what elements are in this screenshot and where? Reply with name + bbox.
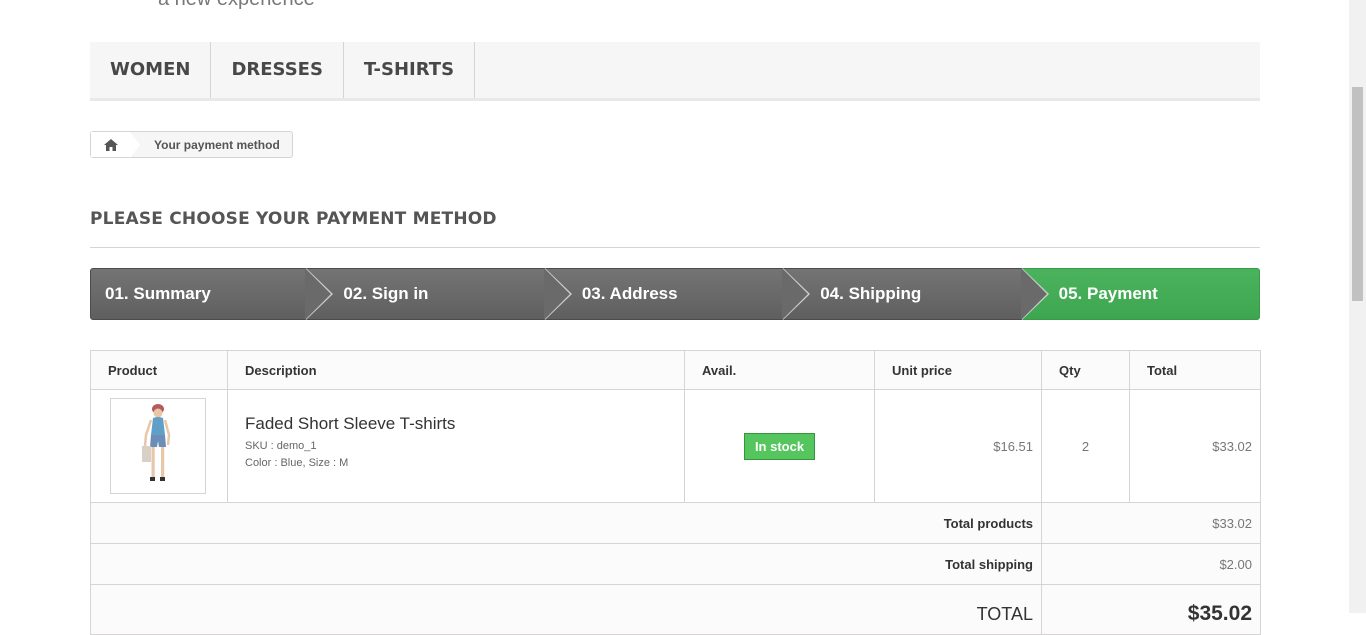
header-tagline: a new experience (158, 0, 315, 11)
cart-summary-table: Product Description Avail. Unit price Qt… (90, 350, 1261, 635)
availability-cell: In stock (684, 389, 875, 503)
scrollbar-thumb[interactable] (1352, 87, 1363, 301)
product-sku: SKU : demo_1 (245, 440, 317, 452)
column-header-total: Total (1129, 350, 1261, 390)
table-row: Faded Short Sleeve T-shirts SKU : demo_1… (90, 389, 1261, 503)
product-thumbnail[interactable] (110, 398, 206, 494)
checkout-steps: 01. Summary 02. Sign in 03. Address 04. … (90, 268, 1261, 320)
total-shipping-label: Total shipping (90, 543, 1042, 585)
step-address[interactable]: 03. Address (544, 268, 811, 320)
grand-total-row: TOTAL $35.02 (90, 584, 1261, 635)
product-description-cell: Faded Short Sleeve T-shirts SKU : demo_1… (227, 389, 685, 503)
total-shipping-row: Total shipping $2.00 (90, 543, 1261, 585)
line-total-cell: $33.02 (1129, 389, 1261, 503)
product-attributes: Color : Blue, Size : M (245, 457, 349, 469)
breadcrumb-home-link[interactable] (91, 132, 130, 157)
step-sign-in[interactable]: 02. Sign in (306, 268, 572, 320)
page-title: PLEASE CHOOSE YOUR PAYMENT METHOD (90, 209, 1260, 249)
total-products-label: Total products (90, 502, 1042, 544)
breadcrumb-current: Your payment method (154, 137, 280, 152)
step-arrow (305, 268, 332, 320)
breadcrumb: Your payment method (90, 131, 293, 158)
menu-item-dresses[interactable]: DRESSES (211, 42, 344, 98)
column-header-availability: Avail. (684, 350, 875, 390)
quantity-cell: 2 (1041, 389, 1130, 503)
step-label: 05. Payment (1058, 284, 1158, 303)
total-products-value: $33.02 (1041, 502, 1261, 544)
column-header-unit-price: Unit price (874, 350, 1042, 390)
product-image (142, 404, 171, 481)
menu-item-women[interactable]: WOMEN (90, 42, 212, 98)
menu-item-tshirts[interactable]: T-SHIRTS (344, 42, 476, 98)
column-header-description: Description (227, 350, 685, 390)
step-label: 01. Summary (105, 284, 211, 303)
step-arrow (543, 268, 570, 320)
page-scrollbar[interactable] (1349, 0, 1366, 613)
step-summary[interactable]: 01. Summary (90, 268, 334, 320)
column-header-qty: Qty (1041, 350, 1130, 390)
product-image-cell (90, 389, 228, 503)
step-label: 02. Sign in (343, 284, 429, 303)
product-name-link[interactable]: Faded Short Sleeve T-shirts (245, 414, 667, 434)
step-label: 04. Shipping (820, 284, 922, 303)
total-products-row: Total products $33.02 (90, 502, 1261, 544)
in-stock-badge: In stock (743, 432, 816, 460)
total-shipping-value: $2.00 (1041, 543, 1261, 585)
unit-price-cell: $16.51 (874, 389, 1042, 503)
home-icon (103, 138, 118, 151)
step-arrow (782, 268, 809, 320)
column-header-product: Product (90, 350, 228, 390)
step-arrow (1020, 268, 1047, 320)
step-label: 03. Address (581, 284, 678, 303)
step-payment: 05. Payment (1021, 268, 1261, 320)
step-shipping[interactable]: 04. Shipping (783, 268, 1049, 320)
breadcrumb-separator (130, 131, 140, 158)
main-menu: WOMEN DRESSES T-SHIRTS (90, 42, 1260, 101)
table-header-row: Product Description Avail. Unit price Qt… (90, 350, 1261, 390)
grand-total-value: $35.02 (1041, 584, 1261, 635)
grand-total-label: TOTAL (90, 584, 1042, 635)
